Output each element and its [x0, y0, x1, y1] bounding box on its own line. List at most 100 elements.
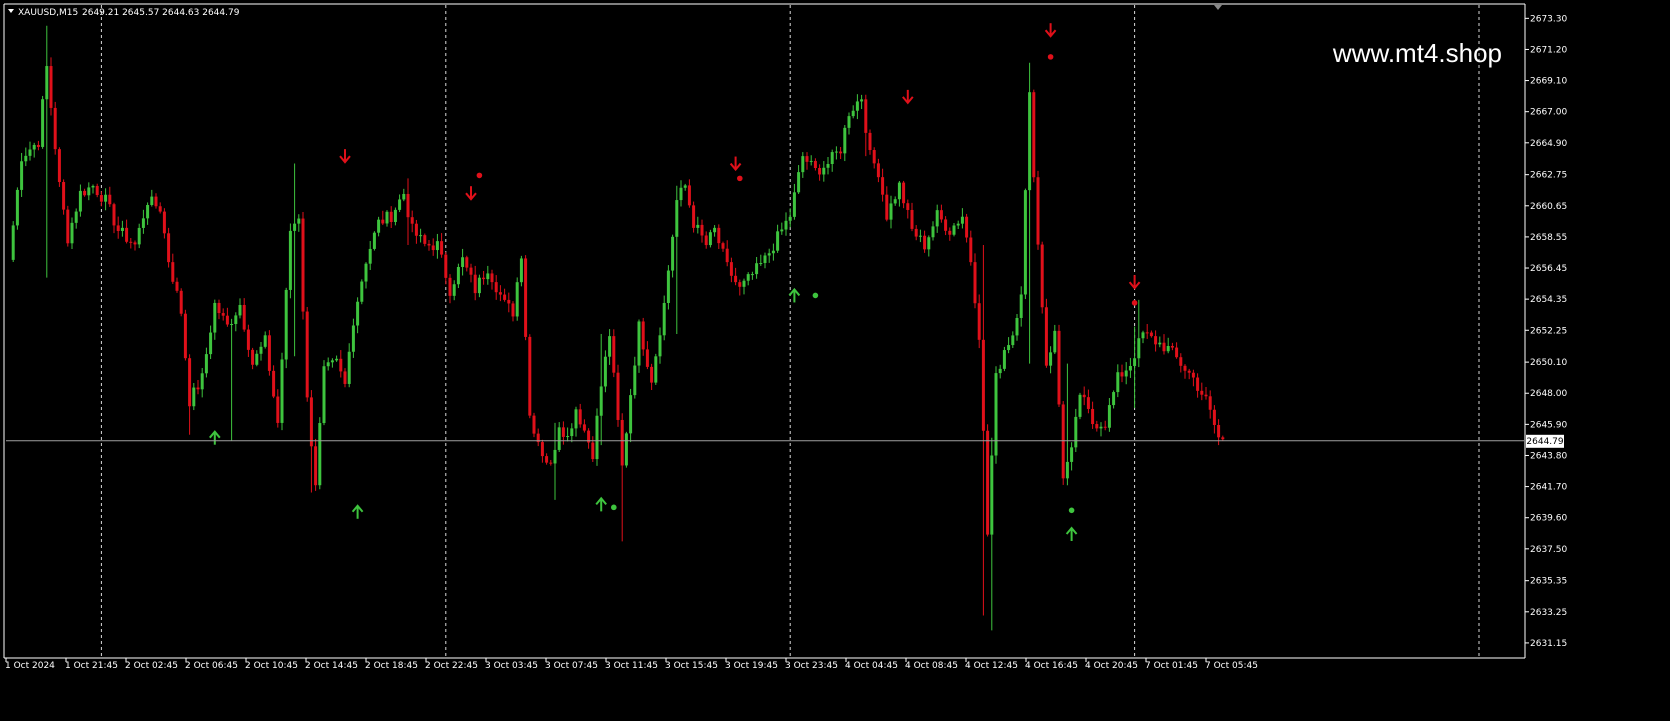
candle-body — [444, 254, 448, 278]
candle-body — [1015, 317, 1019, 336]
time-tick-label: 4 Oct 08:45 — [905, 661, 958, 671]
price-tick-label: 2660.65 — [1530, 202, 1567, 212]
candle-body — [519, 258, 523, 283]
time-tick-label: 2 Oct 10:45 — [245, 661, 298, 671]
candle — [1078, 392, 1082, 420]
candle-body — [372, 232, 376, 249]
candle-body — [410, 217, 414, 224]
time-tick-label: 1 Oct 2024 — [5, 661, 55, 671]
candle-body — [818, 168, 822, 175]
candle-body — [179, 290, 183, 314]
candle-body — [108, 194, 112, 205]
candle-body — [221, 313, 225, 316]
candle-body — [864, 99, 868, 133]
candle-body — [267, 335, 271, 371]
candle-body — [230, 323, 234, 325]
candle-body — [377, 219, 381, 233]
candle-body — [986, 430, 990, 535]
candle-body — [318, 423, 322, 486]
time-tick-label: 7 Oct 05:45 — [1205, 661, 1258, 671]
candle-body — [217, 302, 221, 314]
candle-body — [973, 262, 977, 304]
candle-body — [532, 415, 536, 434]
candle-body — [767, 253, 771, 256]
candle-body — [893, 199, 897, 204]
candle — [41, 95, 45, 149]
candle-body — [902, 182, 906, 204]
candle-body — [482, 277, 486, 280]
candle — [528, 334, 532, 419]
candle-body — [62, 182, 66, 210]
candle-body — [213, 302, 217, 333]
candle-body — [603, 356, 607, 387]
candle — [654, 353, 658, 385]
candle — [183, 309, 187, 361]
candle-body — [1141, 332, 1145, 339]
symbol-header[interactable]: XAUUSD,M15 2649.21 2645.57 2644.63 2644.… — [8, 8, 240, 18]
candle-body — [981, 339, 985, 431]
candle-body — [771, 250, 775, 254]
candle-body — [225, 315, 229, 325]
price-tick-label: 2631.15 — [1530, 639, 1567, 649]
candle-body — [242, 304, 246, 330]
candle-body — [393, 209, 397, 222]
candle-body — [448, 277, 452, 296]
price-chart[interactable]: 2673.30 2671.20 2669.10 2667.00 2664.90 2662.… — [0, 0, 1670, 721]
candle-body — [1191, 372, 1195, 378]
candle-body — [154, 196, 158, 207]
candle — [1032, 89, 1036, 183]
candle-body — [637, 321, 641, 366]
candle-body — [671, 236, 675, 271]
candle — [267, 330, 271, 376]
candle-body — [839, 151, 843, 154]
candle — [15, 187, 19, 230]
candle-body — [1133, 358, 1137, 366]
candle-body — [944, 219, 948, 231]
candle-body — [1040, 244, 1044, 308]
price-axis[interactable]: 2673.30 2671.20 2669.10 2667.00 2664.90 2662.… — [1525, 14, 1567, 649]
time-tick-label: 3 Oct 15:45 — [665, 661, 718, 671]
candle-body — [784, 220, 788, 230]
candle-body — [1124, 370, 1128, 377]
candle-body — [183, 313, 187, 359]
candle-body — [1162, 342, 1166, 352]
candle-body — [423, 235, 427, 244]
candle — [515, 277, 519, 321]
price-tick-label: 2641.70 — [1530, 483, 1567, 493]
candle — [1040, 241, 1044, 314]
candle-body — [322, 366, 326, 424]
candle-body — [561, 427, 565, 437]
candle-body — [503, 294, 507, 300]
candle-body — [1187, 370, 1191, 373]
candle-body — [1070, 447, 1074, 462]
candle-body — [948, 230, 952, 235]
candle — [708, 229, 712, 248]
candle-body — [234, 315, 238, 324]
candle-body — [725, 248, 729, 263]
candle — [1061, 401, 1065, 485]
candle-body — [87, 187, 91, 196]
candle-body — [288, 230, 292, 290]
candle-body — [406, 193, 410, 218]
candle — [301, 211, 305, 320]
candle-body — [616, 372, 620, 420]
time-tick-label: 3 Oct 07:45 — [545, 661, 598, 671]
buy-signal-dot — [812, 292, 819, 299]
candle-body — [120, 227, 124, 231]
candle-body — [440, 241, 444, 255]
candle-body — [45, 66, 49, 100]
candle-body — [608, 336, 612, 357]
price-tick-label: 2656.45 — [1530, 264, 1567, 274]
candle-body — [851, 110, 855, 117]
candle-body — [339, 358, 343, 372]
candle-body — [196, 387, 200, 390]
candle-body — [746, 274, 750, 281]
candle-body — [1158, 342, 1162, 345]
candle-body — [116, 225, 120, 231]
candle-body — [414, 223, 418, 236]
candle-body — [847, 116, 851, 128]
candle-body — [792, 192, 796, 217]
candle-body — [910, 209, 914, 229]
time-tick-label: 2 Oct 14:45 — [305, 661, 358, 671]
candle — [53, 101, 57, 155]
